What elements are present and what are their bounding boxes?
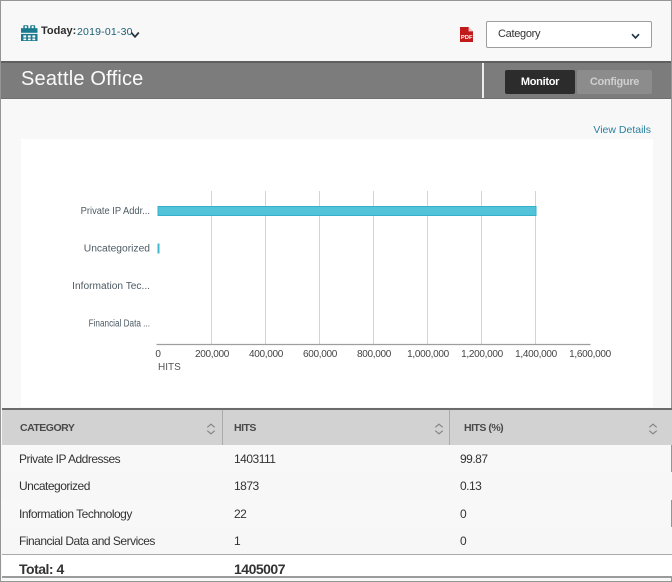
svg-text:Uncategorized: Uncategorized bbox=[84, 243, 150, 254]
svg-text:Private IP Addr...: Private IP Addr... bbox=[81, 206, 150, 218]
svg-text:PDF: PDF bbox=[461, 35, 473, 41]
svg-text:400,000: 400,000 bbox=[249, 349, 284, 360]
svg-text:1,400,000: 1,400,000 bbox=[515, 349, 558, 360]
svg-text:1,200,000: 1,200,000 bbox=[461, 349, 504, 360]
svg-text:HITS: HITS bbox=[158, 362, 181, 373]
svg-text:Information Tec...: Information Tec... bbox=[72, 281, 150, 292]
svg-text:1,000,000: 1,000,000 bbox=[407, 349, 450, 360]
svg-text:0: 0 bbox=[155, 349, 161, 360]
svg-text:1,600,000: 1,600,000 bbox=[569, 349, 612, 360]
svg-text:800,000: 800,000 bbox=[357, 349, 392, 360]
svg-text:600,000: 600,000 bbox=[303, 349, 338, 360]
svg-text:200,000: 200,000 bbox=[195, 349, 230, 360]
svg-text:Financial Data ...: Financial Data ... bbox=[89, 316, 150, 328]
